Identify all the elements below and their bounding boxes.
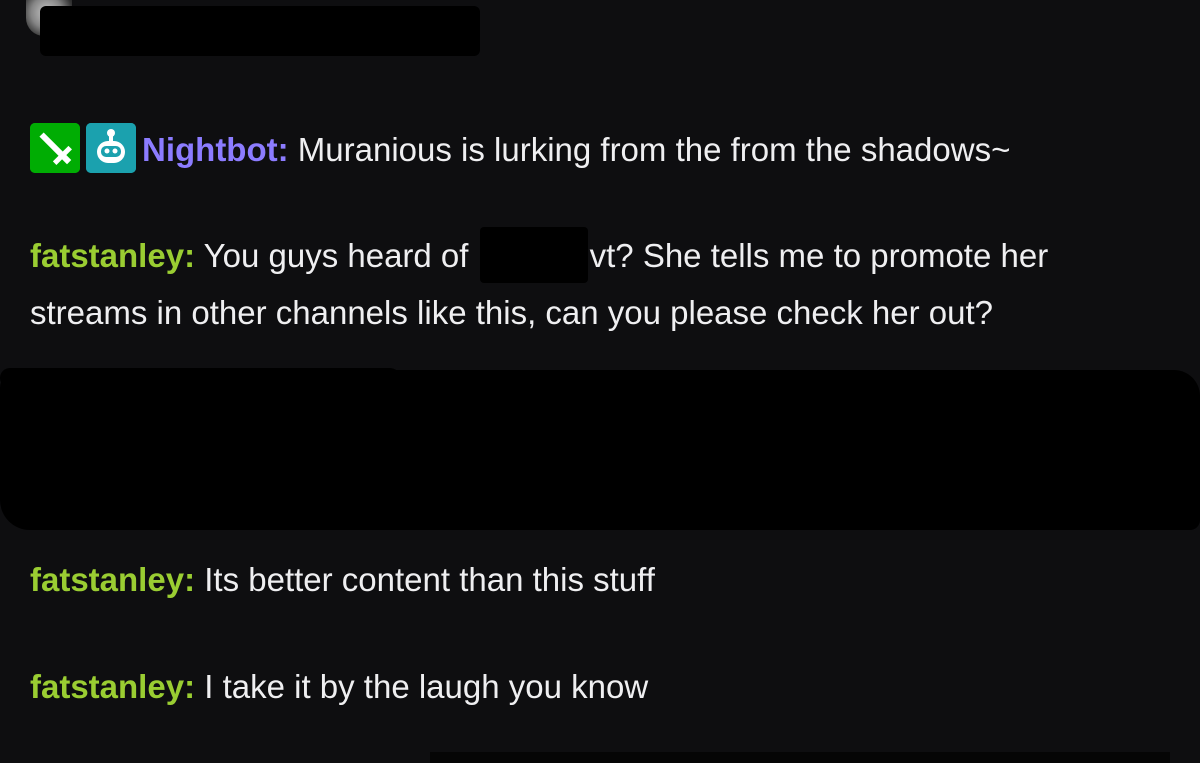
message-text: Its better content than this stuff	[195, 561, 655, 598]
redacted-footer	[430, 752, 1170, 763]
chat-message: fatstanley: You guys heard of vt? She te…	[30, 227, 1048, 286]
message-text: You guys heard of	[195, 237, 478, 274]
moderator-sword-icon[interactable]	[30, 123, 80, 174]
chat-message-wrap: streams in other channels like this, can…	[30, 284, 993, 342]
username[interactable]: fatstanley	[30, 668, 184, 705]
username-separator: :	[184, 561, 196, 598]
bot-icon[interactable]	[86, 123, 136, 174]
username[interactable]: fatstanley	[30, 237, 184, 274]
username[interactable]: Nightbot	[142, 131, 278, 168]
username-separator: :	[184, 237, 196, 274]
message-text: I take it by the laugh you know	[195, 668, 649, 705]
username-separator: :	[277, 131, 289, 168]
chat-message: fatstanley: I take it by the laugh you k…	[30, 658, 648, 716]
message-text-continued: vt? She tells me to promote her	[589, 237, 1049, 274]
redacted-block	[0, 370, 1200, 530]
chat-panel: Nightbot: Muranious is lurking from the …	[0, 0, 1200, 763]
message-text: Muranious is lurking from the from the s…	[288, 131, 1011, 168]
chat-message: fatstanley: Its better content than this…	[30, 551, 655, 609]
username-separator: :	[184, 668, 196, 705]
redacted-name	[479, 227, 588, 284]
message-text-line2: streams in other channels like this, can…	[30, 294, 994, 331]
redacted-header	[40, 6, 480, 56]
chat-message-nightbot: Nightbot: Muranious is lurking from the …	[30, 121, 1010, 179]
username[interactable]: fatstanley	[30, 561, 184, 598]
